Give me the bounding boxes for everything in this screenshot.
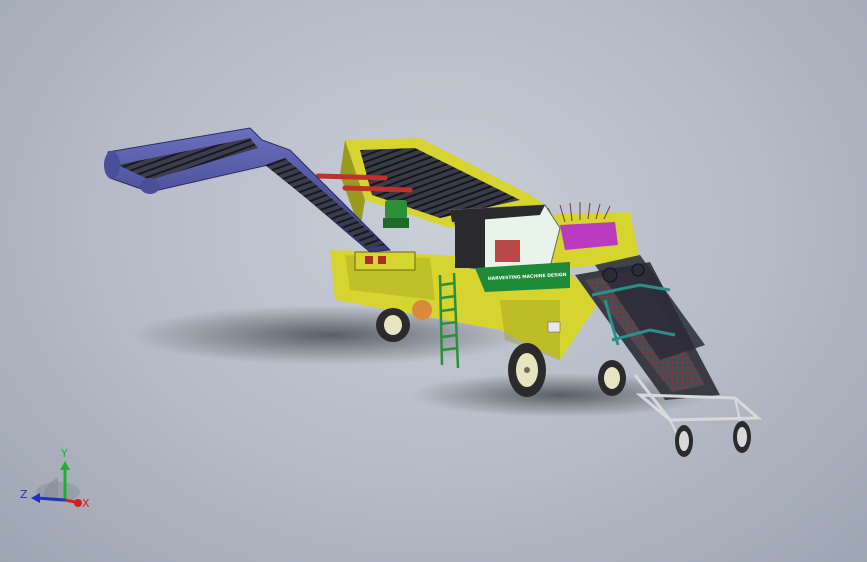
- hydraulic-motor: [383, 200, 409, 228]
- orange-disc: [412, 300, 432, 320]
- axis-x-label: X: [82, 497, 90, 510]
- axis-y-label: Y: [60, 447, 68, 460]
- axis-triad: Y X Z: [20, 447, 90, 510]
- axis-z-label: Z: [20, 488, 28, 501]
- cad-viewport[interactable]: HARVESTING MACHINE DESIGN Y X Z: [0, 0, 867, 562]
- harvester-model: HARVESTING MACHINE DESIGN Y X Z: [20, 127, 762, 510]
